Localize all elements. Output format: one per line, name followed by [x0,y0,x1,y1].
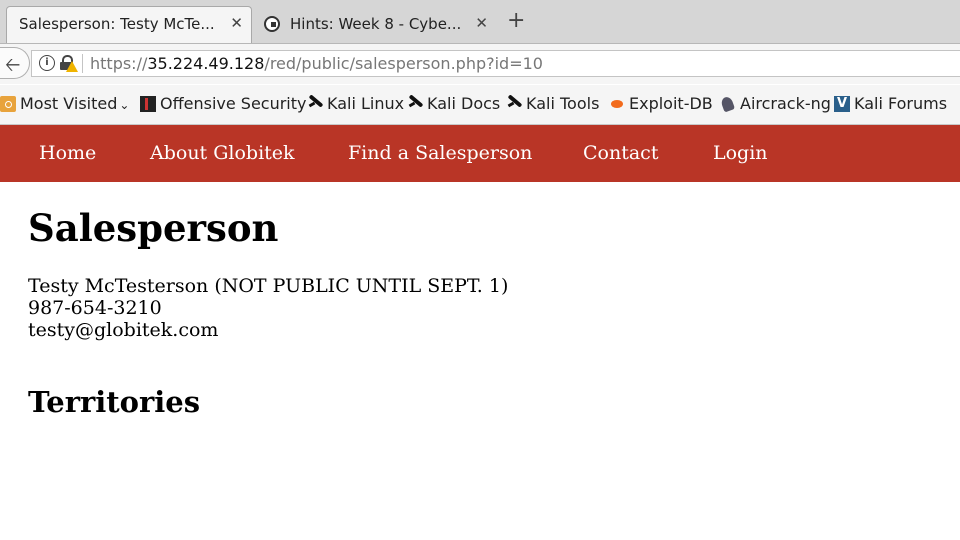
tab-hints[interactable]: Hints: Week 8 - Cybe... ✕ [253,6,497,43]
navigation-toolbar: 🡠 i https://35.224.49.128/red/public/sal… [0,44,960,84]
bookmark-label: Most Visited [20,94,118,113]
bookmark-label: Exploit-DB [629,94,713,113]
page-title: Salesperson [28,206,279,250]
bookmark-label: Kali Linux [327,94,405,113]
bookmark-label: Aircrack-ng [740,94,831,113]
info-icon[interactable]: i [39,55,55,71]
kali-dragon-icon [407,96,423,112]
insecure-lock-icon[interactable] [60,55,78,72]
tab-favicon-icon [264,16,280,32]
nav-link-about[interactable]: About Globitek [150,142,295,164]
back-button[interactable]: 🡠 [0,47,30,79]
tab-salesperson[interactable]: Salesperson: Testy McTe... ✕ [6,6,252,43]
tab-title: Hints: Week 8 - Cybe... [290,15,462,33]
bookmark-offensive-security[interactable]: Offensive Security [140,94,306,113]
bookmark-most-visited[interactable]: Most Visited ⌄ [0,94,129,113]
url-host: 35.224.49.128 [147,54,265,73]
salesperson-name: Testy McTesterson (NOT PUBLIC UNTIL SEPT… [28,275,509,297]
nav-link-home[interactable]: Home [39,142,96,164]
url-bar[interactable]: i https://35.224.49.128/red/public/sales… [31,50,960,77]
tab-title: Salesperson: Testy McTe... [19,15,215,33]
nav-link-find-salesperson[interactable]: Find a Salesperson [348,142,532,164]
salesperson-email: testy@globitek.com [28,319,219,341]
url-path: /red/public/salesperson.php?id=10 [264,54,543,73]
new-tab-button[interactable]: + [507,9,525,33]
kali-dragon-icon [307,96,323,112]
tab-strip: Salesperson: Testy McTe... ✕ Hints: Week… [0,0,960,44]
close-tab-icon[interactable]: ✕ [475,14,488,32]
chevron-down-icon: ⌄ [119,98,130,112]
aircrack-icon [720,96,736,112]
bookmarks-toolbar: Most Visited ⌄ Offensive Security Kali Li… [0,85,960,125]
close-tab-icon[interactable]: ✕ [230,14,243,32]
nav-link-login[interactable]: Login [713,142,768,164]
site-nav-bar: Home About Globitek Find a Salesperson C… [0,125,960,182]
bookmark-label: Offensive Security [160,94,307,113]
bookmark-kali-docs[interactable]: Kali Docs [407,94,500,113]
bookmark-kali-linux[interactable]: Kali Linux [307,94,404,113]
nav-link-contact[interactable]: Contact [583,142,658,164]
salesperson-phone: 987-654-3210 [28,297,162,319]
territories-heading: Territories [28,385,201,419]
url-scheme: https:// [90,54,148,73]
exploit-db-icon [609,96,625,112]
bookmark-label: Kali Tools [526,94,600,113]
offensive-security-icon [140,96,156,112]
folder-icon [0,96,16,112]
url-separator [82,54,83,73]
bookmark-label: Kali Docs [427,94,501,113]
bookmark-aircrack-ng[interactable]: Aircrack-ng [720,94,831,113]
kali-forums-icon [834,96,850,112]
bookmark-exploit-db[interactable]: Exploit-DB [609,94,713,113]
back-arrow-icon: 🡠 [5,54,21,76]
kali-dragon-icon [506,96,522,112]
bookmark-kali-forums[interactable]: Kali Forums [834,94,947,113]
url-text[interactable]: https://35.224.49.128/red/public/salespe… [90,54,543,73]
bookmark-kali-tools[interactable]: Kali Tools [506,94,599,113]
bookmark-label: Kali Forums [854,94,948,113]
